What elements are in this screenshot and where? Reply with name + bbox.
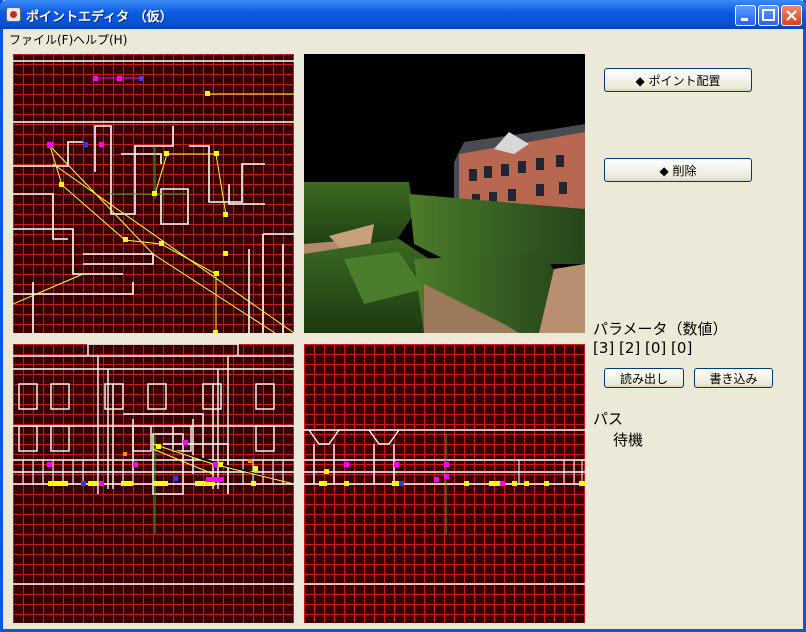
delete-button[interactable]: ◆ 削除 (604, 158, 752, 182)
window-title: ポイントエディタ （仮） (26, 10, 173, 25)
top-view-viewport[interactable] (13, 54, 294, 333)
app-window: ポイントエディタ （仮） ファイル(F) ヘルプ(H) ◆ ポイント配置 ◆ 削… (0, 0, 806, 632)
side-view-viewport[interactable] (304, 344, 585, 623)
menu-file[interactable]: ファイル(F) (9, 31, 73, 48)
maximize-button[interactable] (758, 5, 779, 26)
perspective-scene (304, 124, 585, 333)
path-label: パス (593, 410, 624, 428)
path-value: 待機 (613, 431, 644, 449)
read-button[interactable]: 読み出し (604, 368, 684, 388)
top-view-drawing (13, 60, 294, 333)
front-view-viewport[interactable] (13, 344, 294, 623)
place-point-button[interactable]: ◆ ポイント配置 (604, 68, 752, 92)
front-view-drawing (13, 344, 294, 585)
params-label: パラメータ（数値） (593, 320, 728, 338)
minimize-button[interactable] (735, 5, 756, 26)
minimize-icon (741, 18, 748, 21)
maximize-icon (762, 9, 775, 21)
perspective-view-viewport[interactable] (304, 54, 585, 333)
write-button[interactable]: 書き込み (694, 368, 773, 388)
params-values: [3] [2] [0] [0] (593, 339, 693, 357)
side-view-drawing (304, 429, 585, 585)
menu-bar: ファイル(F) ヘルプ(H) (3, 29, 803, 48)
title-bar[interactable]: ポイントエディタ （仮） (0, 0, 806, 29)
app-icon (6, 7, 21, 22)
menu-help[interactable]: ヘルプ(H) (73, 31, 127, 48)
close-button[interactable] (781, 5, 802, 26)
close-icon (786, 10, 797, 21)
